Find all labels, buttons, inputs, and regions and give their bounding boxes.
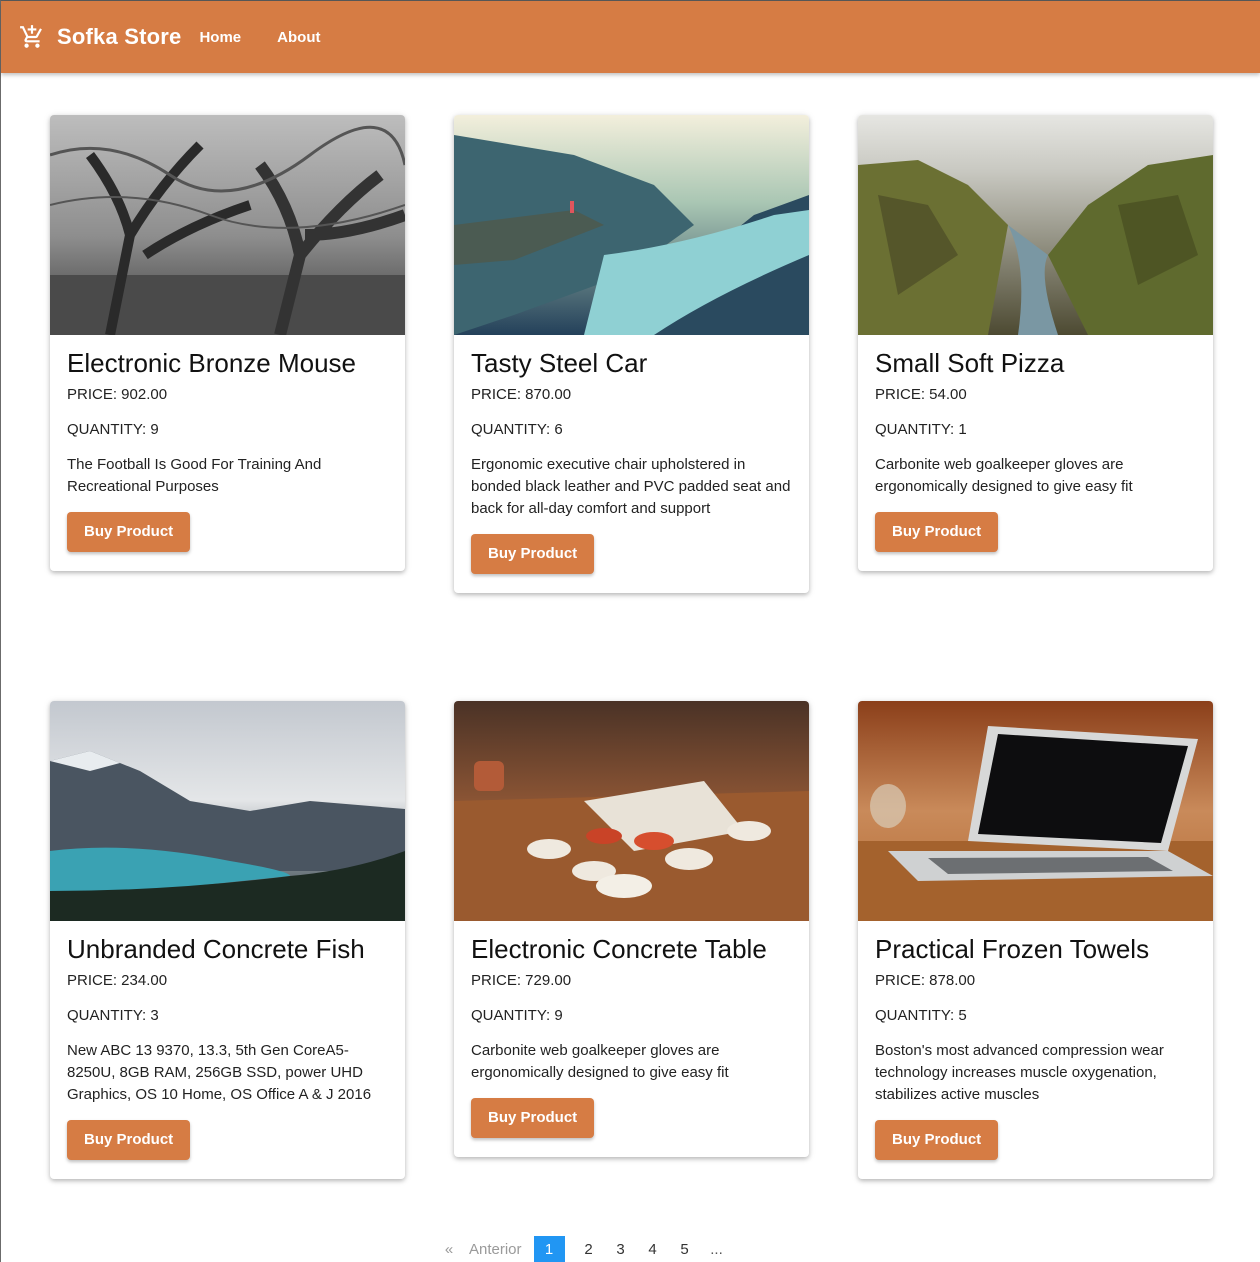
- product-title: Practical Frozen Towels: [875, 934, 1150, 964]
- buy-product-button[interactable]: Buy Product: [875, 512, 999, 552]
- cart-icon: [19, 24, 45, 50]
- buy-product-button[interactable]: Buy Product: [471, 534, 595, 574]
- pagination: « Anterior 1 2 3 4 5 ...: [441, 1236, 741, 1262]
- product-quantity: QUANTITY: 9: [471, 1007, 563, 1024]
- product-description: Carbonite web goalkeeper gloves are ergo…: [471, 1042, 729, 1081]
- foggy-forest-trees-image: [50, 115, 405, 335]
- product-description: The Football Is Good For Training And Re…: [67, 456, 322, 495]
- product-title: Unbranded Concrete Fish: [67, 934, 365, 964]
- brand[interactable]: Sofka Store: [19, 24, 181, 50]
- product-quantity: QUANTITY: 3: [67, 1007, 159, 1024]
- product-quantity: QUANTITY: 5: [875, 1007, 967, 1024]
- mossy-canyon-image: [858, 115, 1213, 335]
- product-price: PRICE: 729.00: [471, 972, 572, 989]
- product-title: Tasty Steel Car: [471, 348, 648, 378]
- pagination-prev-button[interactable]: Anterior: [469, 1241, 522, 1258]
- laptop-on-desk-image: [858, 701, 1213, 921]
- product-price: PRICE: 870.00: [471, 386, 572, 403]
- product-card: Practical Frozen Towels PRICE: 878.00 QU…: [858, 701, 1213, 1179]
- product-description: Carbonite web goalkeeper gloves are ergo…: [875, 456, 1133, 495]
- prev-arrow-icon[interactable]: «: [441, 1241, 457, 1258]
- product-title: Electronic Concrete Table: [471, 934, 767, 964]
- product-quantity: QUANTITY: 6: [471, 421, 563, 438]
- product-card: Unbranded Concrete Fish PRICE: 234.00 QU…: [50, 701, 405, 1179]
- product-card: Small Soft Pizza PRICE: 54.00 QUANTITY: …: [858, 115, 1213, 571]
- pagination-page-2[interactable]: 2: [581, 1241, 597, 1258]
- product-description: Ergonomic executive chair upholstered in…: [471, 456, 791, 517]
- product-quantity: QUANTITY: 9: [67, 421, 159, 438]
- product-price: PRICE: 234.00: [67, 972, 168, 989]
- navbar: Sofka Store Home About: [1, 1, 1260, 73]
- brand-name: Sofka Store: [57, 24, 182, 49]
- product-quantity: QUANTITY: 1: [875, 421, 967, 438]
- buy-product-button[interactable]: Buy Product: [67, 512, 191, 552]
- product-description: Boston's most advanced compression wear …: [875, 1042, 1164, 1103]
- pagination-page-1[interactable]: 1: [533, 1236, 565, 1262]
- product-card: Electronic Concrete Table PRICE: 729.00 …: [454, 701, 809, 1157]
- buy-product-button[interactable]: Buy Product: [67, 1120, 191, 1160]
- product-description: New ABC 13 9370, 13.3, 5th Gen CoreA5-82…: [67, 1042, 372, 1103]
- product-price: PRICE: 54.00: [875, 386, 967, 403]
- pagination-page-4[interactable]: 4: [645, 1241, 661, 1258]
- nav-about-link[interactable]: About: [277, 29, 320, 46]
- pagination-ellipsis[interactable]: ...: [709, 1241, 725, 1258]
- buy-product-button[interactable]: Buy Product: [875, 1120, 999, 1160]
- product-title: Electronic Bronze Mouse: [67, 348, 357, 378]
- pagination-page-3[interactable]: 3: [613, 1241, 629, 1258]
- nav-home-link[interactable]: Home: [199, 29, 241, 46]
- product-card: Electronic Bronze Mouse PRICE: 902.00 QU…: [50, 115, 405, 571]
- product-title: Small Soft Pizza: [875, 348, 1065, 378]
- product-card: Tasty Steel Car PRICE: 870.00 QUANTITY: …: [454, 115, 809, 593]
- product-price: PRICE: 878.00: [875, 972, 976, 989]
- pagination-page-5[interactable]: 5: [677, 1241, 693, 1258]
- product-price: PRICE: 902.00: [67, 386, 168, 403]
- cups-on-table-image: [454, 701, 809, 921]
- mountain-lake-image: [50, 701, 405, 921]
- fjord-cliff-image: [454, 115, 809, 335]
- buy-product-button[interactable]: Buy Product: [471, 1098, 595, 1138]
